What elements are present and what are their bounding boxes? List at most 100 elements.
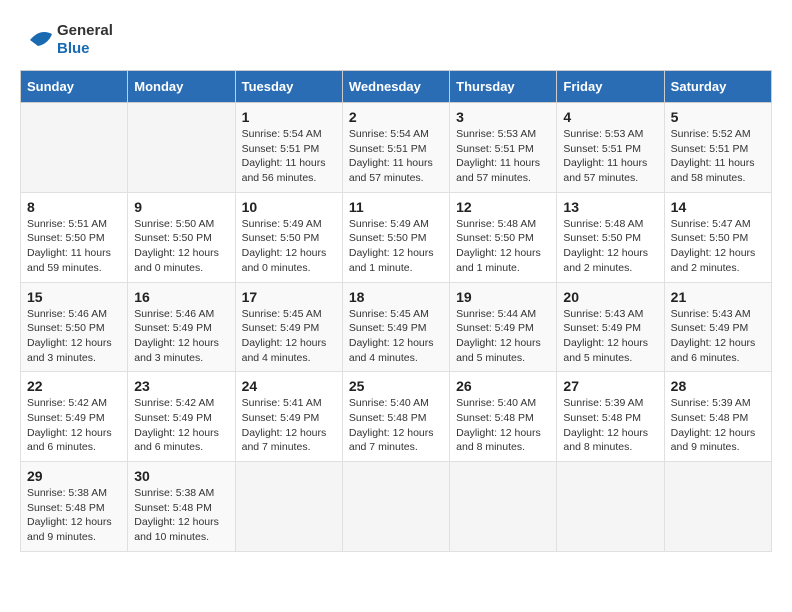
day-number: 4 [563, 109, 657, 125]
calendar-cell [128, 103, 235, 193]
calendar-cell: 27Sunrise: 5:39 AMSunset: 5:48 PMDayligh… [557, 372, 664, 462]
calendar-cell: 13Sunrise: 5:48 AMSunset: 5:50 PMDayligh… [557, 192, 664, 282]
calendar-cell: 22 Sunrise: 5:42 AMSunset: 5:49 PMDayligh… [21, 372, 128, 462]
header-wednesday: Wednesday [342, 71, 449, 103]
logo: General Blue [20, 20, 113, 60]
day-info: Sunrise: 5:45 AMSunset: 5:49 PMDaylight:… [242, 307, 336, 366]
calendar-cell [342, 462, 449, 552]
calendar-cell: 29 Sunrise: 5:38 AMSunset: 5:48 PMDayligh… [21, 462, 128, 552]
day-info: Sunrise: 5:54 AMSunset: 5:51 PMDaylight:… [349, 127, 443, 186]
day-info: Sunrise: 5:38 AMSunset: 5:48 PMDaylight:… [134, 486, 228, 545]
calendar-cell: 14 Sunrise: 5:47 AMSunset: 5:50 PMDayligh… [664, 192, 771, 282]
day-number: 15 [27, 289, 121, 305]
calendar-cell: 4 Sunrise: 5:53 AMSunset: 5:51 PMDaylight… [557, 103, 664, 193]
day-info: Sunrise: 5:45 AMSunset: 5:49 PMDaylight:… [349, 307, 443, 366]
calendar-cell: 24 Sunrise: 5:41 AMSunset: 5:49 PMDayligh… [235, 372, 342, 462]
day-info: Sunrise: 5:54 AMSunset: 5:51 PMDaylight:… [242, 127, 336, 186]
day-number: 25 [349, 378, 443, 394]
day-info: Sunrise: 5:43 AMSunset: 5:49 PMDaylight:… [563, 307, 657, 366]
calendar-cell: 5 Sunrise: 5:52 AMSunset: 5:51 PMDaylight… [664, 103, 771, 193]
header-saturday: Saturday [664, 71, 771, 103]
page-header: General Blue [20, 20, 772, 60]
day-info: Sunrise: 5:47 AMSunset: 5:50 PMDaylight:… [671, 217, 765, 276]
calendar-cell: 30 Sunrise: 5:38 AMSunset: 5:48 PMDayligh… [128, 462, 235, 552]
calendar-cell [664, 462, 771, 552]
day-number: 9 [134, 199, 228, 215]
day-number: 21 [671, 289, 765, 305]
calendar-body: 1 Sunrise: 5:54 AMSunset: 5:51 PMDaylight… [21, 103, 772, 552]
day-number: 17 [242, 289, 336, 305]
header-friday: Friday [557, 71, 664, 103]
header-tuesday: Tuesday [235, 71, 342, 103]
calendar-cell: 21 Sunrise: 5:43 AMSunset: 5:49 PMDayligh… [664, 282, 771, 372]
header-row: SundayMondayTuesdayWednesdayThursdayFrid… [21, 71, 772, 103]
day-number: 23 [134, 378, 228, 394]
calendar-cell: 18 Sunrise: 5:45 AMSunset: 5:49 PMDayligh… [342, 282, 449, 372]
day-number: 18 [349, 289, 443, 305]
calendar-cell: 9 Sunrise: 5:50 AMSunset: 5:50 PMDaylight… [128, 192, 235, 282]
day-number: 30 [134, 468, 228, 484]
calendar-header: SundayMondayTuesdayWednesdayThursdayFrid… [21, 71, 772, 103]
calendar-week-0: 1 Sunrise: 5:54 AMSunset: 5:51 PMDaylight… [21, 103, 772, 193]
day-info: Sunrise: 5:50 AMSunset: 5:50 PMDaylight:… [134, 217, 228, 276]
calendar-cell: 1 Sunrise: 5:54 AMSunset: 5:51 PMDaylight… [235, 103, 342, 193]
calendar-table: SundayMondayTuesdayWednesdayThursdayFrid… [20, 70, 772, 552]
calendar-cell: 12Sunrise: 5:48 AMSunset: 5:50 PMDayligh… [450, 192, 557, 282]
day-info: Sunrise: 5:44 AMSunset: 5:49 PMDaylight:… [456, 307, 550, 366]
calendar-cell: 3Sunrise: 5:53 AMSunset: 5:51 PMDaylight… [450, 103, 557, 193]
day-number: 26 [456, 378, 550, 394]
calendar-cell [21, 103, 128, 193]
header-thursday: Thursday [450, 71, 557, 103]
day-info: Sunrise: 5:40 AMSunset: 5:48 PMDaylight:… [349, 396, 443, 455]
day-number: 13 [563, 199, 657, 215]
calendar-cell [450, 462, 557, 552]
calendar-cell: 11 Sunrise: 5:49 AMSunset: 5:50 PMDayligh… [342, 192, 449, 282]
calendar-cell: 16 Sunrise: 5:46 AMSunset: 5:49 PMDayligh… [128, 282, 235, 372]
day-number: 19 [456, 289, 550, 305]
header-monday: Monday [128, 71, 235, 103]
calendar-cell: 2 Sunrise: 5:54 AMSunset: 5:51 PMDaylight… [342, 103, 449, 193]
day-info: Sunrise: 5:46 AMSunset: 5:49 PMDaylight:… [134, 307, 228, 366]
day-info: Sunrise: 5:46 AMSunset: 5:50 PMDaylight:… [27, 307, 121, 366]
logo-text: General Blue [57, 22, 113, 58]
calendar-cell: 17 Sunrise: 5:45 AMSunset: 5:49 PMDayligh… [235, 282, 342, 372]
calendar-cell: 28Sunrise: 5:39 AMSunset: 5:48 PMDayligh… [664, 372, 771, 462]
day-number: 16 [134, 289, 228, 305]
day-number: 29 [27, 468, 121, 484]
calendar-cell: 25 Sunrise: 5:40 AMSunset: 5:48 PMDayligh… [342, 372, 449, 462]
day-number: 11 [349, 199, 443, 215]
day-number: 28 [671, 378, 765, 394]
day-info: Sunrise: 5:49 AMSunset: 5:50 PMDaylight:… [349, 217, 443, 276]
day-info: Sunrise: 5:40 AMSunset: 5:48 PMDaylight:… [456, 396, 550, 455]
day-info: Sunrise: 5:42 AMSunset: 5:49 PMDaylight:… [27, 396, 121, 455]
day-info: Sunrise: 5:53 AMSunset: 5:51 PMDaylight:… [563, 127, 657, 186]
day-info: Sunrise: 5:41 AMSunset: 5:49 PMDaylight:… [242, 396, 336, 455]
day-number: 27 [563, 378, 657, 394]
day-number: 24 [242, 378, 336, 394]
day-info: Sunrise: 5:42 AMSunset: 5:49 PMDaylight:… [134, 396, 228, 455]
calendar-week-1: 8 Sunrise: 5:51 AMSunset: 5:50 PMDaylight… [21, 192, 772, 282]
calendar-cell: 26 Sunrise: 5:40 AMSunset: 5:48 PMDayligh… [450, 372, 557, 462]
day-number: 2 [349, 109, 443, 125]
day-info: Sunrise: 5:38 AMSunset: 5:48 PMDaylight:… [27, 486, 121, 545]
day-info: Sunrise: 5:52 AMSunset: 5:51 PMDaylight:… [671, 127, 765, 186]
logo-container: General Blue [20, 20, 113, 60]
calendar-cell: 19 Sunrise: 5:44 AMSunset: 5:49 PMDayligh… [450, 282, 557, 372]
calendar-week-4: 29 Sunrise: 5:38 AMSunset: 5:48 PMDayligh… [21, 462, 772, 552]
calendar-cell: 15 Sunrise: 5:46 AMSunset: 5:50 PMDayligh… [21, 282, 128, 372]
header-sunday: Sunday [21, 71, 128, 103]
day-number: 1 [242, 109, 336, 125]
day-info: Sunrise: 5:43 AMSunset: 5:49 PMDaylight:… [671, 307, 765, 366]
calendar-week-2: 15 Sunrise: 5:46 AMSunset: 5:50 PMDayligh… [21, 282, 772, 372]
day-number: 5 [671, 109, 765, 125]
logo-bird-icon [20, 20, 55, 60]
day-number: 8 [27, 199, 121, 215]
calendar-cell: 10Sunrise: 5:49 AMSunset: 5:50 PMDayligh… [235, 192, 342, 282]
day-number: 20 [563, 289, 657, 305]
day-info: Sunrise: 5:51 AMSunset: 5:50 PMDaylight:… [27, 217, 121, 276]
day-number: 14 [671, 199, 765, 215]
day-number: 22 [27, 378, 121, 394]
day-info: Sunrise: 5:48 AMSunset: 5:50 PMDaylight:… [456, 217, 550, 276]
calendar-cell [557, 462, 664, 552]
calendar-week-3: 22 Sunrise: 5:42 AMSunset: 5:49 PMDayligh… [21, 372, 772, 462]
